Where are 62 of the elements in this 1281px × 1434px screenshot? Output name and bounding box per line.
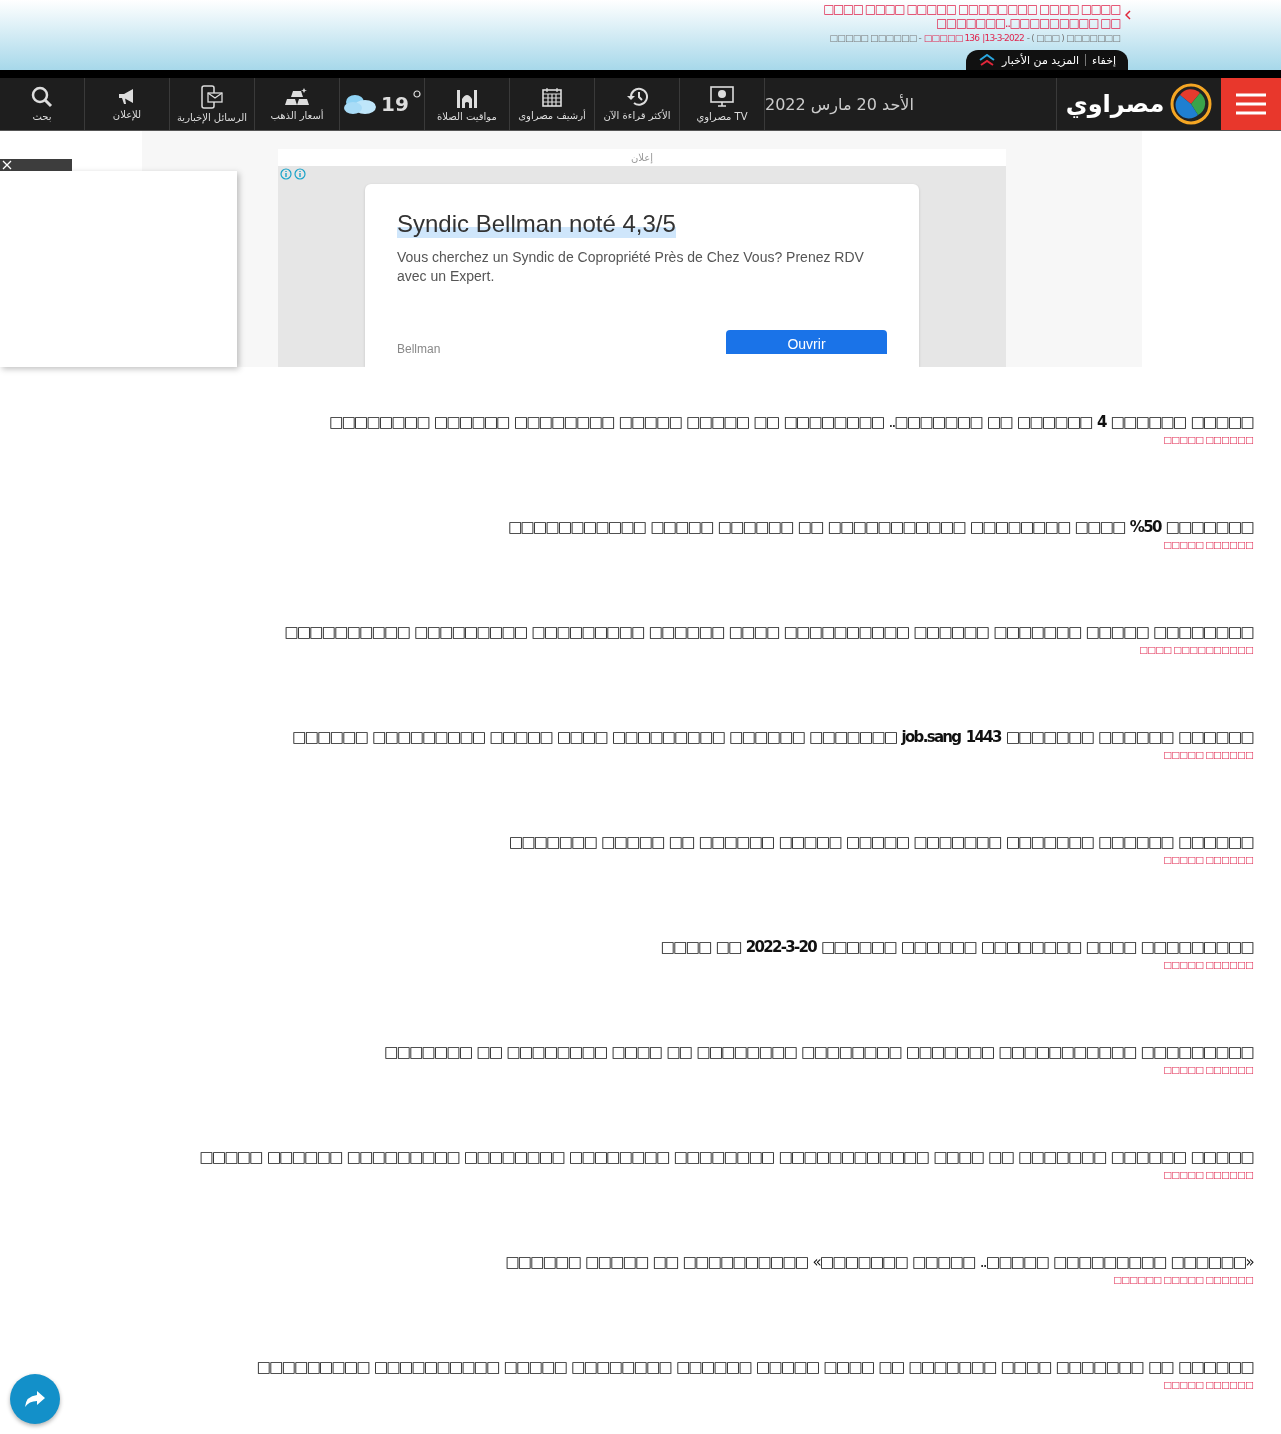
monitor-icon [710,86,734,108]
nav-item[interactable]: للإعلان [85,78,170,130]
ticker-date: |13-3-2022 [982,33,1024,43]
close-icon[interactable] [2,160,12,170]
hide-link[interactable]: إخفاء [1092,53,1116,67]
headline-link[interactable]: □□□□□□□□ □□□□□□ □□□□□□□□ □□□□□ □□□□□ □□ □□□□□□□□ ..□□□□□□□ □□ □□□□□□ 4 □□□□□□ □□□□□ [329,413,1253,431]
logo-icon [1170,83,1213,125]
category-link[interactable]: □□□□□□ □□□□□ □□□□□□ [1113,1274,1253,1285]
share-icon [24,1390,46,1408]
nav-item[interactable]: الرسائل الإخبارية [170,78,255,130]
ticker-views: □□□□□ 136 [923,33,980,43]
info-icon[interactable] [280,168,292,180]
nav-item[interactable]: مصراوي TV [680,78,765,130]
category-link[interactable]: □□□□□ □□□□□□ [1163,1064,1253,1075]
headline-link[interactable]: □□□□□□□□□ □□□□□□□□□□ □□□□□ □□□□□□□□ □□□□□□ □□□□□ □□□□ □□ □□□□□□□ □□□□ □□□□□□□ □□ □□□□□□ [256,1358,1253,1376]
open-button[interactable]: Ouvrir [726,330,887,354]
nav-item[interactable]: أسعار الذهب [255,78,340,130]
headline-link[interactable]: □□□□□□ □□□□□ □□ □□□□□□□□□□ «□□□□□□□ □□□□□ ..□□□□□ □□□□□□□□□ □□□□□□» [505,1253,1253,1271]
headline-link[interactable]: □□□□ □□ 2022-3-20 □□□□□□ □□□□□□ □□□□□□□□ □□□□ □□□□□□□□□ [660,938,1253,956]
headline-link[interactable]: □□□□□□□□□□□ □□□□□ □□□□□□ □□ □□□□□□□□□□□ □□□□□□□□ □□□□ %50 □□□□□□□ [508,518,1253,536]
degree-icon [412,90,421,98]
chevron-icon[interactable] [1125,10,1131,20]
menu-icon [1235,93,1267,115]
close-tab[interactable] [0,159,72,171]
history-icon [626,87,648,107]
weather-widget[interactable]: 19 [340,78,425,130]
calendar-icon [542,87,562,107]
nav-item[interactable]: بحث [0,78,85,130]
nav-item[interactable]: مواقيت الصلاة [425,78,510,130]
category-link[interactable]: □□□□□ □□□□□□ [1163,749,1253,760]
more-news-link[interactable]: المزيد من الأخبار [1002,53,1080,67]
search-icon [31,86,53,108]
ad-label: إعلان [630,152,654,163]
category-link[interactable]: □□□□□ □□□□□□ [1163,854,1253,865]
advertiser-name: Bellman [397,342,441,356]
site-logo[interactable]: مصراوي [1065,90,1165,118]
category-link[interactable]: □□□□□ □□□□□□ [1163,1379,1253,1390]
ticker-source: - ( □□□ ) □□□□□□□ [1026,33,1120,43]
category-link[interactable]: □□□□ □□□□□□□□□□ [1139,644,1253,655]
headline-link[interactable]: □□□□□□□□□□ □□□□□□□□□ □□□□□□□□□ □□□□□□ □□□□ □□□□□□□□□□ □□□□□□ □□□□□□□ □□□□□ □□□□□□□□ [284,623,1253,641]
category-link[interactable]: □□□□□ □□□□□□ [1163,434,1253,445]
menu-button[interactable] [1221,78,1281,130]
ingots-icon [284,87,310,107]
headline-link[interactable]: □□□□□□□ □□ □□□□□□□□ □□□□ □□ □□□□□□□□ □□□□□□□□ □□□□□□□ □□□□□□□□□□□ □□□□□□□□□ [384,1043,1253,1061]
ticker-section: □□□□□ □□□□□□ - [829,33,921,43]
headline-link[interactable]: □□□□□□□ □□□□□ □□ □□□□□□ □□□□□ □□□□□ □□□□□□□ □□□□□□□ □□□□□□ □□□□□□ [508,833,1253,851]
ticker-headline[interactable]: □□□□ □□□□ □□□□□□□□ □□□□□ □□□□ □□□□ □□ □□□□□□□□□..□□□□□□□ [820,2,1120,30]
nav-item[interactable]: أرشيف مصراوى [510,78,595,130]
category-link[interactable]: □□□□□ □□□□□□ [1163,959,1253,970]
category-link[interactable]: □□□□□ □□□□□□ [1163,1169,1253,1180]
cloud-icon [343,92,378,116]
share-button[interactable] [10,1374,60,1424]
headline-link[interactable]: □□□□□□ □□□□□□□□□ □□□□□ □□□□ □□□□□□□□□ □□□□□□ □□□□□□□ job.sang 1443 □□□□□□□ □□□□□□ □□□□□□ [292,728,1253,746]
ad-text: Vous cherchez un Syndic de Copropriété Près de Chez Vous? Prenez RDV avec un Expert. [397,248,865,286]
category-link[interactable]: □□□□□ □□□□□□ [1163,539,1253,550]
nav-item[interactable]: الأكثر قراءة الآن [595,78,680,130]
info-icon[interactable] [294,168,306,180]
chevron-up-icon[interactable] [978,54,996,66]
phone-envelope-icon [200,85,224,109]
temperature: 19 [381,92,409,116]
headline-link[interactable]: □□□□□ □□□□□□ □□□□□□□□□ □□□□□□□□ □□□□□□□□ □□□□□□□□ □□□□□□□□□□□□ □□□□ □□ □□□□□□□ □□□□□□ □□□□□ [199,1148,1253,1166]
current-date: الأحد 20 مارس 2022 [765,94,915,114]
